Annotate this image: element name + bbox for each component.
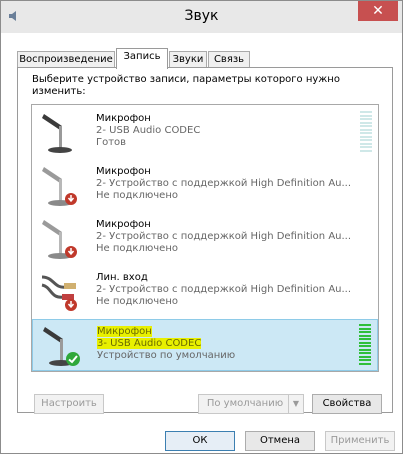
cancel-button[interactable]: Отмена	[245, 431, 315, 451]
device-item[interactable]: Микрофон 2- Устройство с поддержкой High…	[32, 160, 378, 212]
ok-button[interactable]: ОК	[165, 431, 235, 451]
set-default-button[interactable]: По умолчанию ▼	[198, 394, 304, 414]
configure-button[interactable]: Настроить	[34, 394, 104, 414]
device-name: Микрофон	[96, 219, 151, 230]
device-name: Микрофон	[96, 166, 151, 177]
device-name: Лин. вход	[96, 272, 148, 283]
tab-sounds[interactable]: Звуки	[169, 51, 207, 67]
tab-recording[interactable]: Запись	[116, 48, 168, 69]
device-description: 2- Устройство с поддержкой High Definiti…	[96, 231, 352, 242]
device-description: 3- USB Audio CODEC	[97, 338, 202, 349]
device-item[interactable]: Микрофон 2- USB Audio CODEC Готов	[32, 107, 378, 159]
instruction-text: Выберите устройство записи, параметры ко…	[32, 74, 340, 97]
device-status: Готов	[96, 137, 127, 148]
device-description: 2- USB Audio CODEC	[96, 125, 201, 136]
level-meter	[359, 324, 371, 368]
default-checkmark-icon	[66, 352, 80, 366]
tab-playback[interactable]: Воспроизведение	[17, 51, 115, 67]
device-list[interactable]: Микрофон 2- USB Audio CODEC Готов Микроф…	[31, 104, 379, 372]
properties-button[interactable]: Свойства	[312, 394, 382, 414]
disconnected-icon	[65, 246, 77, 258]
device-item[interactable]: Лин. вход 2- Устройство с поддержкой Hig…	[32, 266, 378, 318]
tab-communications[interactable]: Связь	[208, 51, 250, 67]
device-name: Микрофон	[97, 326, 152, 337]
device-item[interactable]: Микрофон 2- Устройство с поддержкой High…	[32, 213, 378, 265]
sound-dialog: Звук ✕ Воспроизведение Запись Звуки Связ…	[0, 0, 403, 454]
device-description: 2- Устройство с поддержкой High Definiti…	[96, 178, 352, 189]
device-status: Не подключено	[96, 296, 178, 307]
disconnected-icon	[65, 299, 77, 311]
recording-panel: Выберите устройство записи, параметры ко…	[17, 67, 393, 414]
close-button[interactable]: ✕	[358, 1, 398, 21]
set-default-label: По умолчанию	[206, 398, 284, 409]
device-status: Устройство по умолчанию	[97, 350, 236, 361]
chevron-down-icon[interactable]: ▼	[288, 395, 303, 413]
microphone-icon	[42, 114, 72, 153]
disconnected-icon	[65, 193, 77, 205]
title-bar: Звук ✕	[1, 1, 402, 33]
window-title: Звук	[184, 8, 219, 24]
device-status: Не подключено	[96, 190, 178, 201]
device-name: Микрофон	[96, 113, 151, 124]
apply-button[interactable]: Применить	[325, 431, 395, 451]
device-description: 2- Устройство с поддержкой High Definiti…	[96, 284, 352, 295]
device-status: Не подключено	[96, 243, 178, 254]
level-meter	[360, 111, 372, 155]
device-item-selected[interactable]: Микрофон 3- USB Audio CODEC Устройство п…	[32, 319, 378, 371]
